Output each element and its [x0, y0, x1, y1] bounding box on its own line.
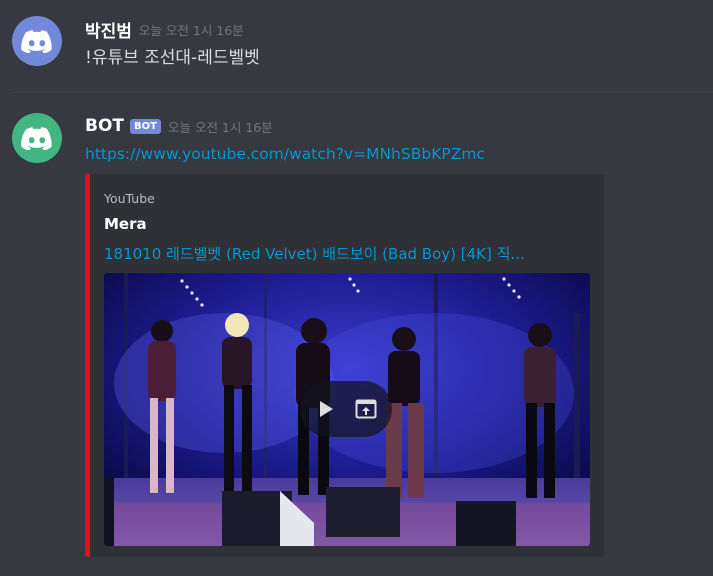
- message-text: !유튜브 조선대-레드벨벳: [85, 48, 260, 68]
- timestamp: 오늘 오전 1시 16분: [167, 119, 273, 135]
- bot-avatar[interactable]: [12, 113, 62, 163]
- timestamp: 오늘 오전 1시 16분: [138, 23, 244, 38]
- message-content: https://www.youtube.com/watch?v=MNhSBbKP…: [85, 144, 485, 164]
- video-thumbnail[interactable]: [104, 273, 590, 546]
- bot-badge: BOT: [130, 118, 161, 134]
- username[interactable]: 박진범: [85, 17, 132, 42]
- discord-logo-icon: [21, 127, 52, 150]
- youtube-embed: YouTube Mera 181010 레드벨벳 (Red Velvet) 배드…: [85, 174, 604, 557]
- play-button[interactable]: [311, 394, 341, 424]
- youtube-link[interactable]: https://www.youtube.com/watch?v=MNhSBbKP…: [85, 145, 485, 163]
- embed-provider[interactable]: YouTube: [104, 191, 155, 206]
- message-header: 박진범 오늘 오전 1시 16분: [85, 17, 244, 42]
- message-header: BOT BOT 오늘 오전 1시 16분: [85, 116, 273, 136]
- user-avatar[interactable]: [12, 16, 62, 66]
- embed-author[interactable]: Mera: [104, 215, 147, 233]
- play-icon: [320, 401, 333, 417]
- video-controls: [300, 381, 392, 437]
- chat-area: 박진범 오늘 오전 1시 16분 !유튜브 조선대-레드벨벳 BOT BOT 오…: [0, 0, 713, 576]
- open-external-button[interactable]: [351, 394, 381, 424]
- username[interactable]: BOT: [85, 116, 124, 136]
- message-divider: [12, 92, 713, 94]
- embed-title[interactable]: 181010 레드벨벳 (Red Velvet) 배드보이 (Bad Boy) …: [104, 243, 525, 264]
- open-external-icon: [355, 399, 377, 419]
- discord-logo-icon: [21, 30, 52, 53]
